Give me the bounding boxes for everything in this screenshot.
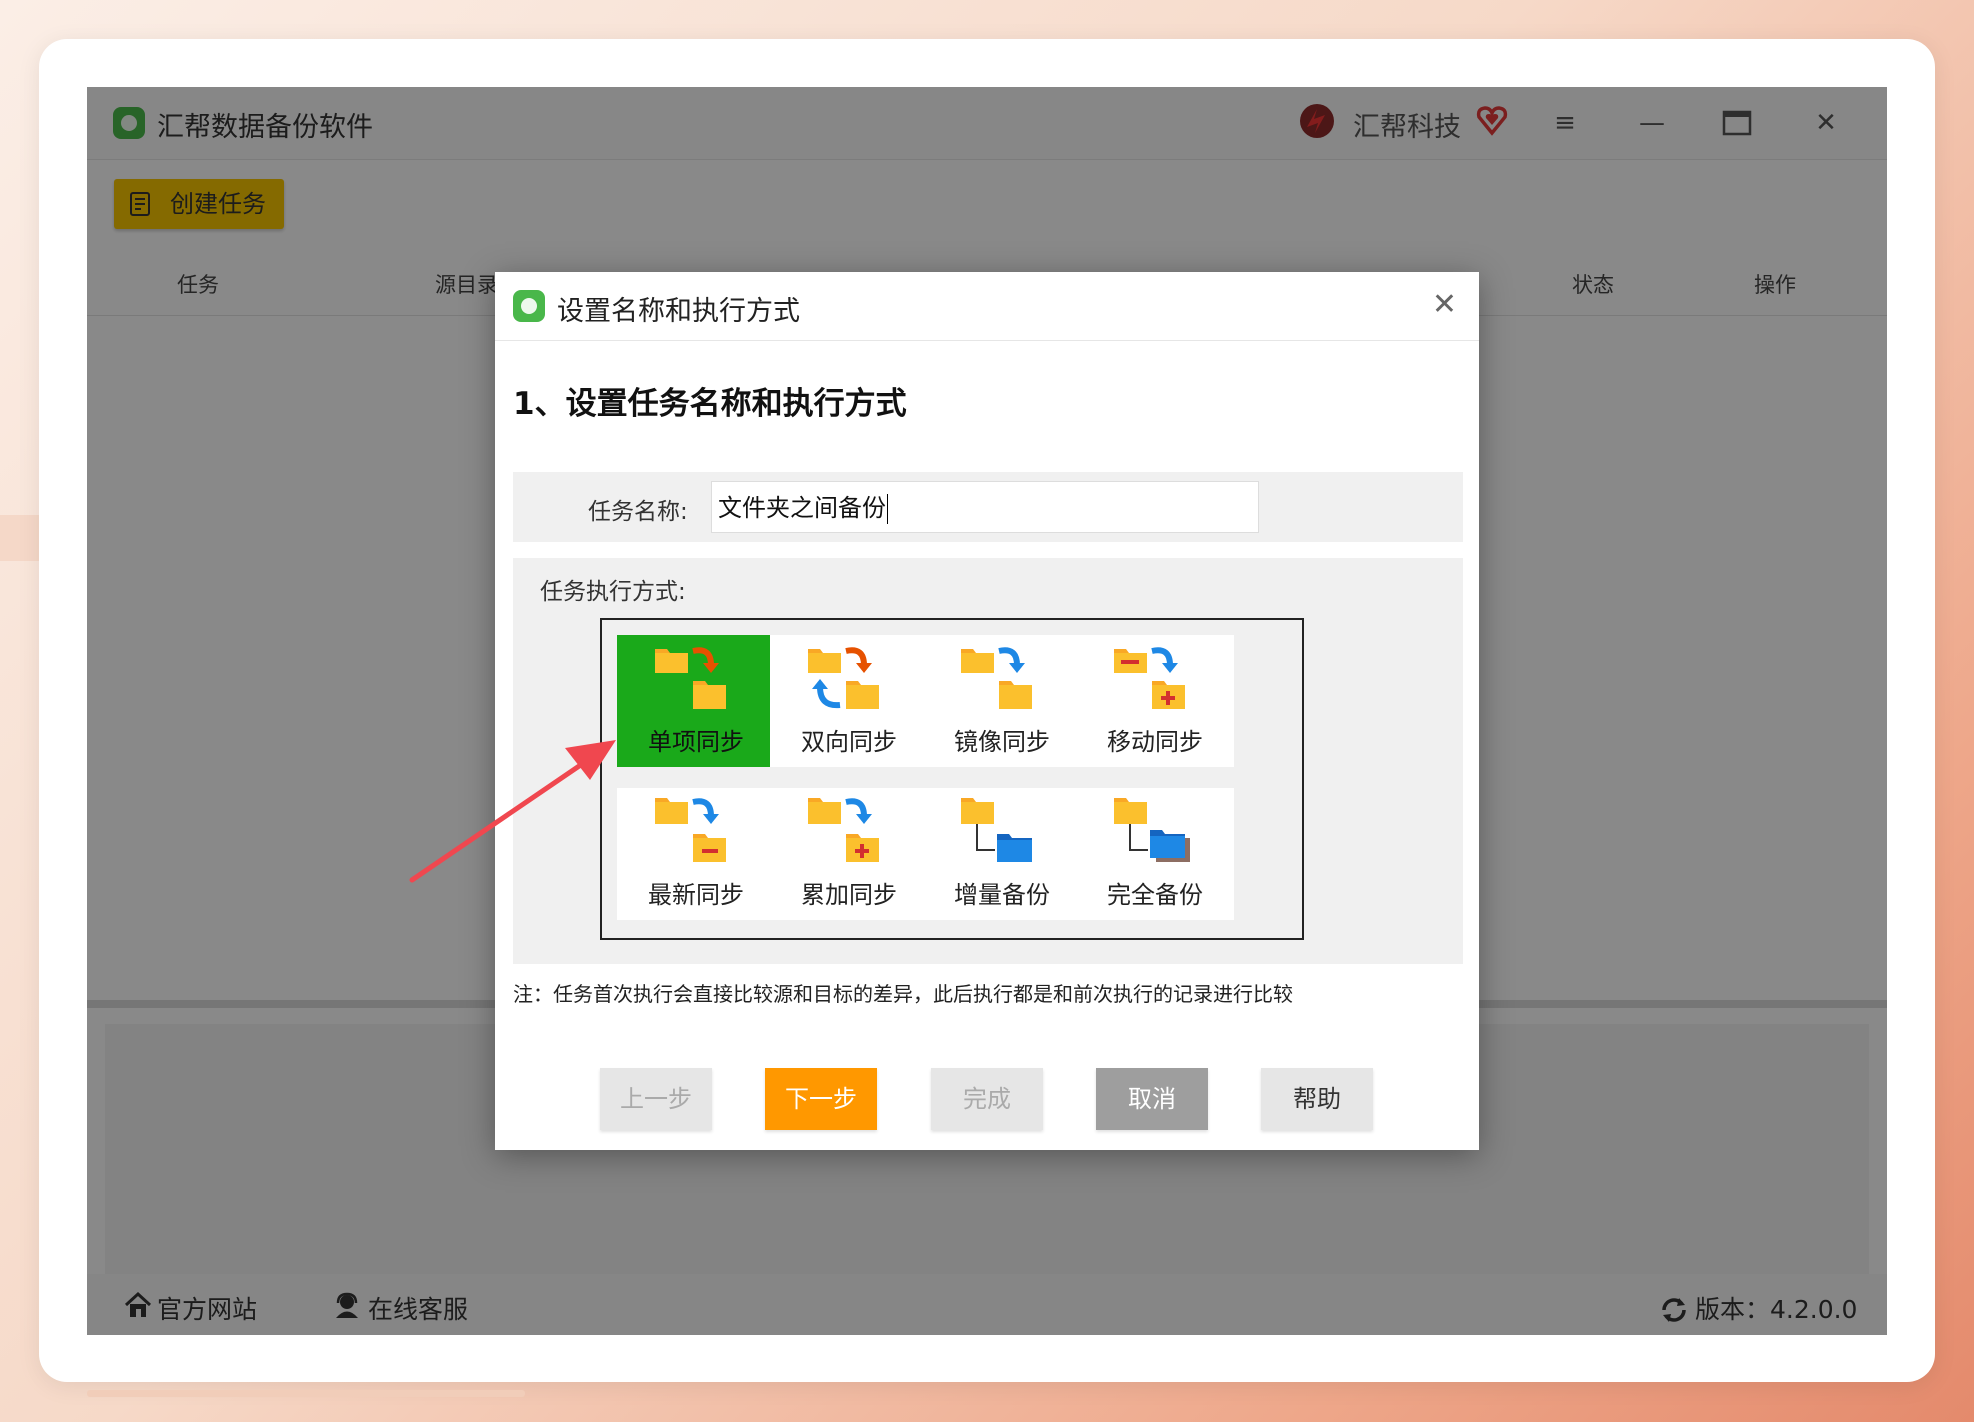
- mode-label-text: 最新同步: [648, 881, 744, 909]
- help-button[interactable]: 帮助: [1261, 1068, 1373, 1130]
- mode-one-way-sync[interactable]: 单项同步: [617, 635, 775, 767]
- mode-label-text: 双向同步: [801, 728, 897, 756]
- mode-label-text: 镜像同步: [954, 728, 1050, 756]
- task-settings-dialog: 设置名称和执行方式 ✕ 1、设置任务名称和执行方式 任务名称: 文件夹之间备份 …: [495, 272, 1479, 1150]
- background-strip: [0, 515, 39, 561]
- task-name-value: 文件夹之间备份: [718, 494, 886, 522]
- dialog-logo-icon: [513, 290, 545, 322]
- execution-mode-label: 任务执行方式:: [540, 579, 686, 605]
- task-name-label: 任务名称:: [588, 499, 688, 525]
- mode-label-text: 移动同步: [1107, 728, 1203, 756]
- one-way-sync-icon: [655, 647, 726, 709]
- latest-sync-icon: [655, 798, 726, 862]
- mode-mirror-sync[interactable]: 镜像同步: [923, 635, 1081, 767]
- next-step-button[interactable]: 下一步: [765, 1068, 877, 1130]
- mode-latest-sync[interactable]: 最新同步: [617, 788, 775, 920]
- background-strip-bottom: [87, 1390, 525, 1397]
- mode-label-text: 累加同步: [801, 881, 897, 909]
- execution-mode-panel: 任务执行方式: 单项同步 双向同步 镜像同步 移动同步 最新同步 累加同步 增量…: [513, 558, 1463, 964]
- execution-mode-grid: 单项同步 双向同步 镜像同步 移动同步 最新同步 累加同步 增量备份 完全备份: [600, 618, 1304, 940]
- full-backup-icon: [1114, 798, 1190, 862]
- move-sync-icon: [1114, 647, 1185, 709]
- dialog-title: 设置名称和执行方式: [557, 296, 800, 327]
- mirror-sync-icon: [961, 647, 1032, 709]
- note-text: 注：任务首次执行会直接比较源和目标的差异，此后执行都是和前次执行的记录进行比较: [513, 982, 1293, 1006]
- two-way-sync-icon: [808, 647, 879, 709]
- task-name-input[interactable]: 文件夹之间备份: [711, 481, 1259, 533]
- task-name-row: 任务名称: 文件夹之间备份: [513, 472, 1463, 542]
- cumulative-sync-icon: [808, 798, 879, 862]
- prev-step-button[interactable]: 上一步: [600, 1068, 712, 1130]
- mode-label-text: 增量备份: [954, 881, 1050, 909]
- mode-full-backup[interactable]: 完全备份: [1076, 788, 1234, 920]
- finish-button[interactable]: 完成: [931, 1068, 1043, 1130]
- incremental-backup-icon: [961, 798, 1032, 862]
- dialog-header: 设置名称和执行方式 ✕: [495, 272, 1479, 341]
- step-title: 1、设置任务名称和执行方式: [513, 386, 907, 422]
- close-icon[interactable]: ✕: [1432, 290, 1457, 320]
- mode-incremental-backup[interactable]: 增量备份: [923, 788, 1081, 920]
- mode-two-way-sync[interactable]: 双向同步: [770, 635, 928, 767]
- mode-cumulative-sync[interactable]: 累加同步: [770, 788, 928, 920]
- mode-label-text: 完全备份: [1107, 881, 1203, 909]
- text-caret: [887, 494, 888, 524]
- mode-label-text: 单项同步: [648, 728, 744, 756]
- cancel-button[interactable]: 取消: [1096, 1068, 1208, 1130]
- mode-move-sync[interactable]: 移动同步: [1076, 635, 1234, 767]
